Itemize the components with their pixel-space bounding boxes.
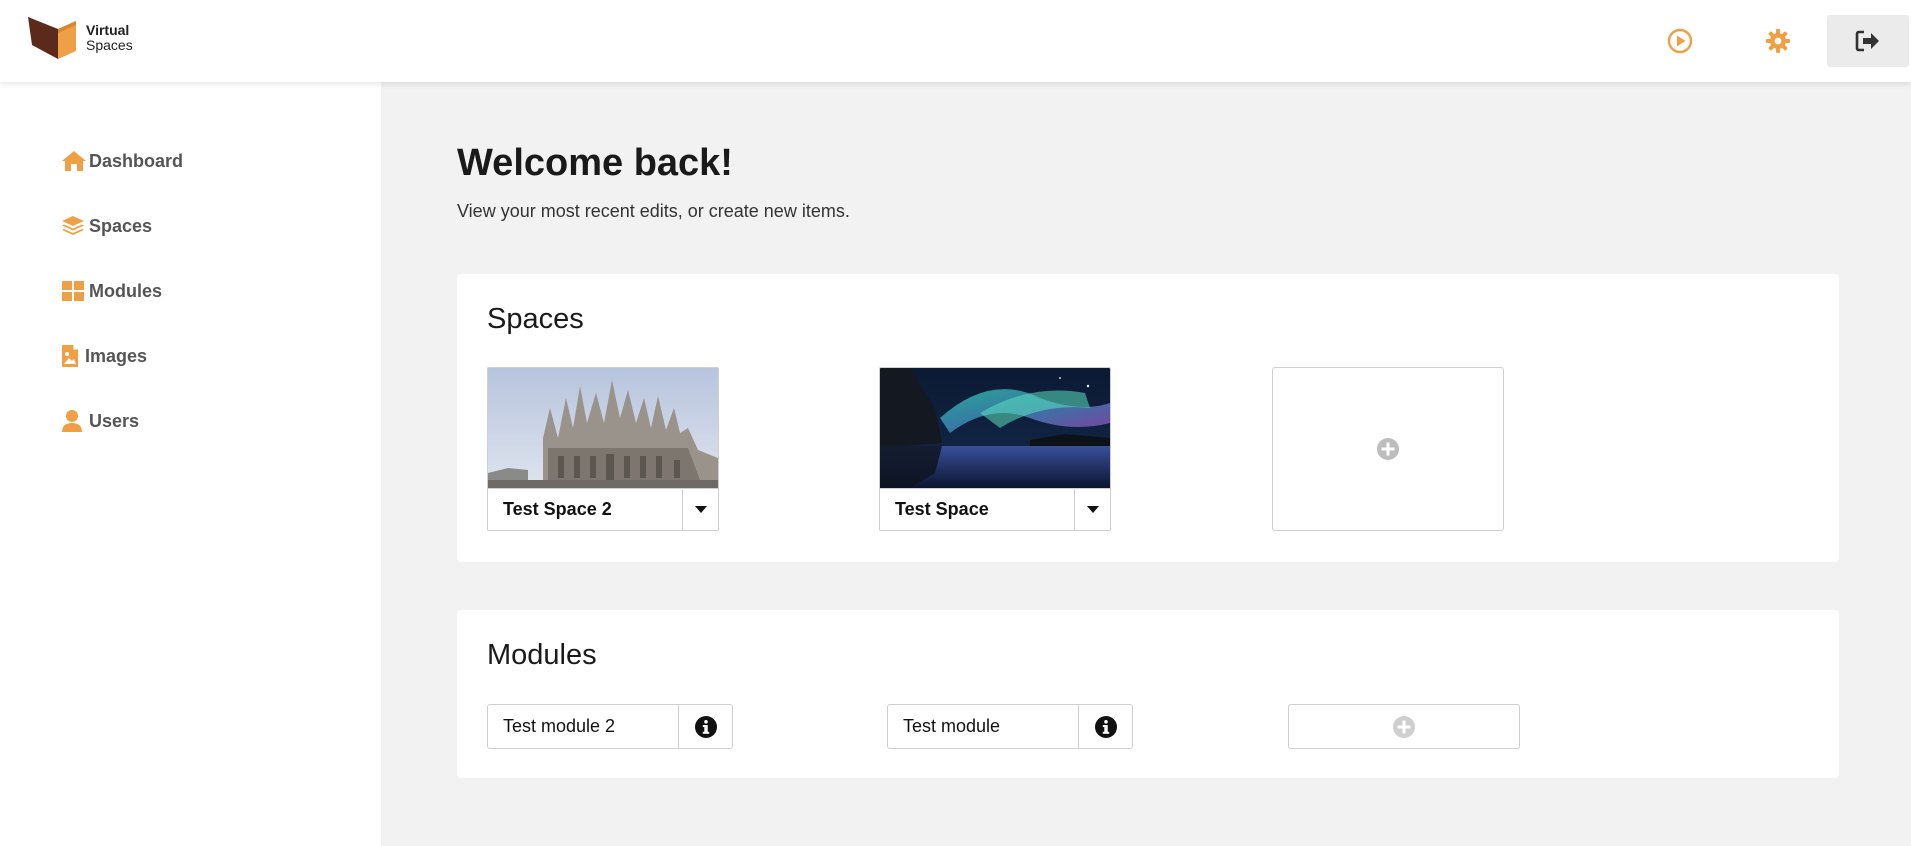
plus-circle-icon: [1393, 715, 1415, 738]
space-name[interactable]: Test Space: [880, 489, 1075, 530]
info-icon: [694, 715, 717, 738]
image-file-icon: [61, 343, 83, 369]
modules-section-title: Modules: [487, 639, 597, 671]
spaces-card: Spaces Test Space 2 Test Space: [457, 274, 1839, 562]
sign-out-icon: [1855, 30, 1879, 52]
page-title: Welcome back!: [457, 142, 733, 184]
add-space-button[interactable]: [1272, 367, 1504, 531]
module-name[interactable]: Test module: [888, 705, 1079, 748]
module-item[interactable]: Test module: [887, 704, 1133, 749]
logo-title: Virtual: [86, 22, 130, 38]
module-info-button[interactable]: [679, 705, 732, 748]
caret-down-icon: [694, 505, 707, 513]
space-thumbnail[interactable]: [880, 368, 1110, 488]
home-icon: [61, 148, 87, 174]
sidebar-item-modules[interactable]: Modules: [61, 277, 162, 305]
space-card[interactable]: Test Space: [879, 367, 1111, 531]
sidebar-item-label: Users: [89, 410, 140, 431]
logout-button[interactable]: [1827, 15, 1909, 67]
module-name[interactable]: Test module 2: [488, 705, 679, 748]
sidebar-item-spaces[interactable]: Spaces: [61, 212, 152, 240]
module-info-button[interactable]: [1079, 705, 1132, 748]
preview-button[interactable]: [1654, 15, 1706, 67]
space-card[interactable]: Test Space 2: [487, 367, 719, 531]
caret-down-icon: [1086, 505, 1099, 513]
logo-subtitle: Spaces: [86, 37, 133, 53]
top-bar: Virtual Spaces: [0, 0, 1911, 82]
space-name[interactable]: Test Space 2: [488, 489, 683, 530]
logo-icon: [28, 17, 76, 59]
settings-button[interactable]: [1752, 15, 1804, 67]
logo-text: Virtual Spaces: [86, 23, 133, 53]
space-thumbnail[interactable]: [488, 368, 718, 488]
gear-icon: [1766, 29, 1790, 53]
sidebar-item-label: Spaces: [89, 215, 153, 236]
page-subtitle: View your most recent edits, or create n…: [457, 201, 850, 221]
modules-card: Modules Test module 2 Test module: [457, 610, 1839, 778]
space-card-footer: Test Space: [880, 488, 1110, 530]
plus-circle-icon: [1377, 438, 1399, 460]
sidebar-item-label: Dashboard: [89, 150, 184, 171]
user-icon: [61, 408, 87, 434]
spaces-section-title: Spaces: [487, 303, 584, 335]
sidebar: Dashboard Spaces Modules Images Users: [0, 82, 381, 846]
sidebar-item-users[interactable]: Users: [61, 407, 139, 435]
layers-icon: [61, 213, 87, 239]
module-item[interactable]: Test module 2: [487, 704, 733, 749]
add-module-button[interactable]: [1288, 704, 1520, 749]
space-menu-button[interactable]: [1075, 489, 1110, 530]
play-circle-icon: [1667, 28, 1693, 54]
space-menu-button[interactable]: [683, 489, 718, 530]
sidebar-item-images[interactable]: Images: [61, 342, 147, 370]
sidebar-item-label: Modules: [89, 280, 163, 301]
info-icon: [1094, 715, 1117, 738]
space-card-footer: Test Space 2: [488, 488, 718, 530]
sidebar-item-label: Images: [85, 345, 148, 366]
sidebar-item-dashboard[interactable]: Dashboard: [61, 147, 183, 175]
logo[interactable]: Virtual Spaces: [28, 17, 133, 59]
grid-icon: [61, 278, 87, 304]
